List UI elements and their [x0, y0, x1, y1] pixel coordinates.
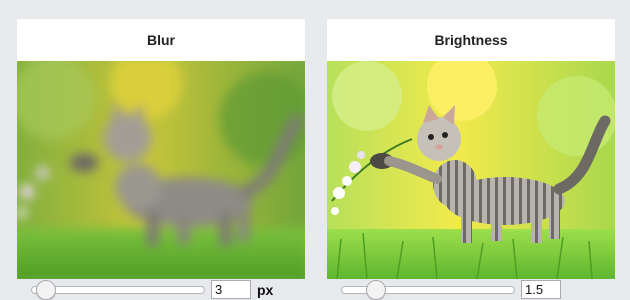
panel-title: Brightness — [327, 19, 615, 61]
brightness-slider[interactable] — [341, 279, 515, 300]
brightness-value-input[interactable] — [521, 280, 561, 299]
blur-controls: px — [31, 279, 273, 300]
blur-value-input[interactable] — [211, 280, 251, 299]
brightness-controls — [341, 279, 561, 300]
blur-panel: Blur 3 px — [9, 10, 309, 300]
blurred-cat-image — [17, 61, 305, 279]
brightened-cat-image — [327, 61, 615, 279]
blur-slider-thumb[interactable] — [36, 279, 56, 300]
blur-slider[interactable] — [31, 279, 205, 300]
filter-panels: Blur 3 px Brightness 1.5 — [0, 0, 630, 300]
panel-title: Blur — [17, 19, 305, 61]
blur-unit-label: px — [257, 281, 274, 298]
brightness-panel: Brightness — [319, 10, 619, 300]
brightness-slider-thumb[interactable] — [366, 279, 386, 300]
